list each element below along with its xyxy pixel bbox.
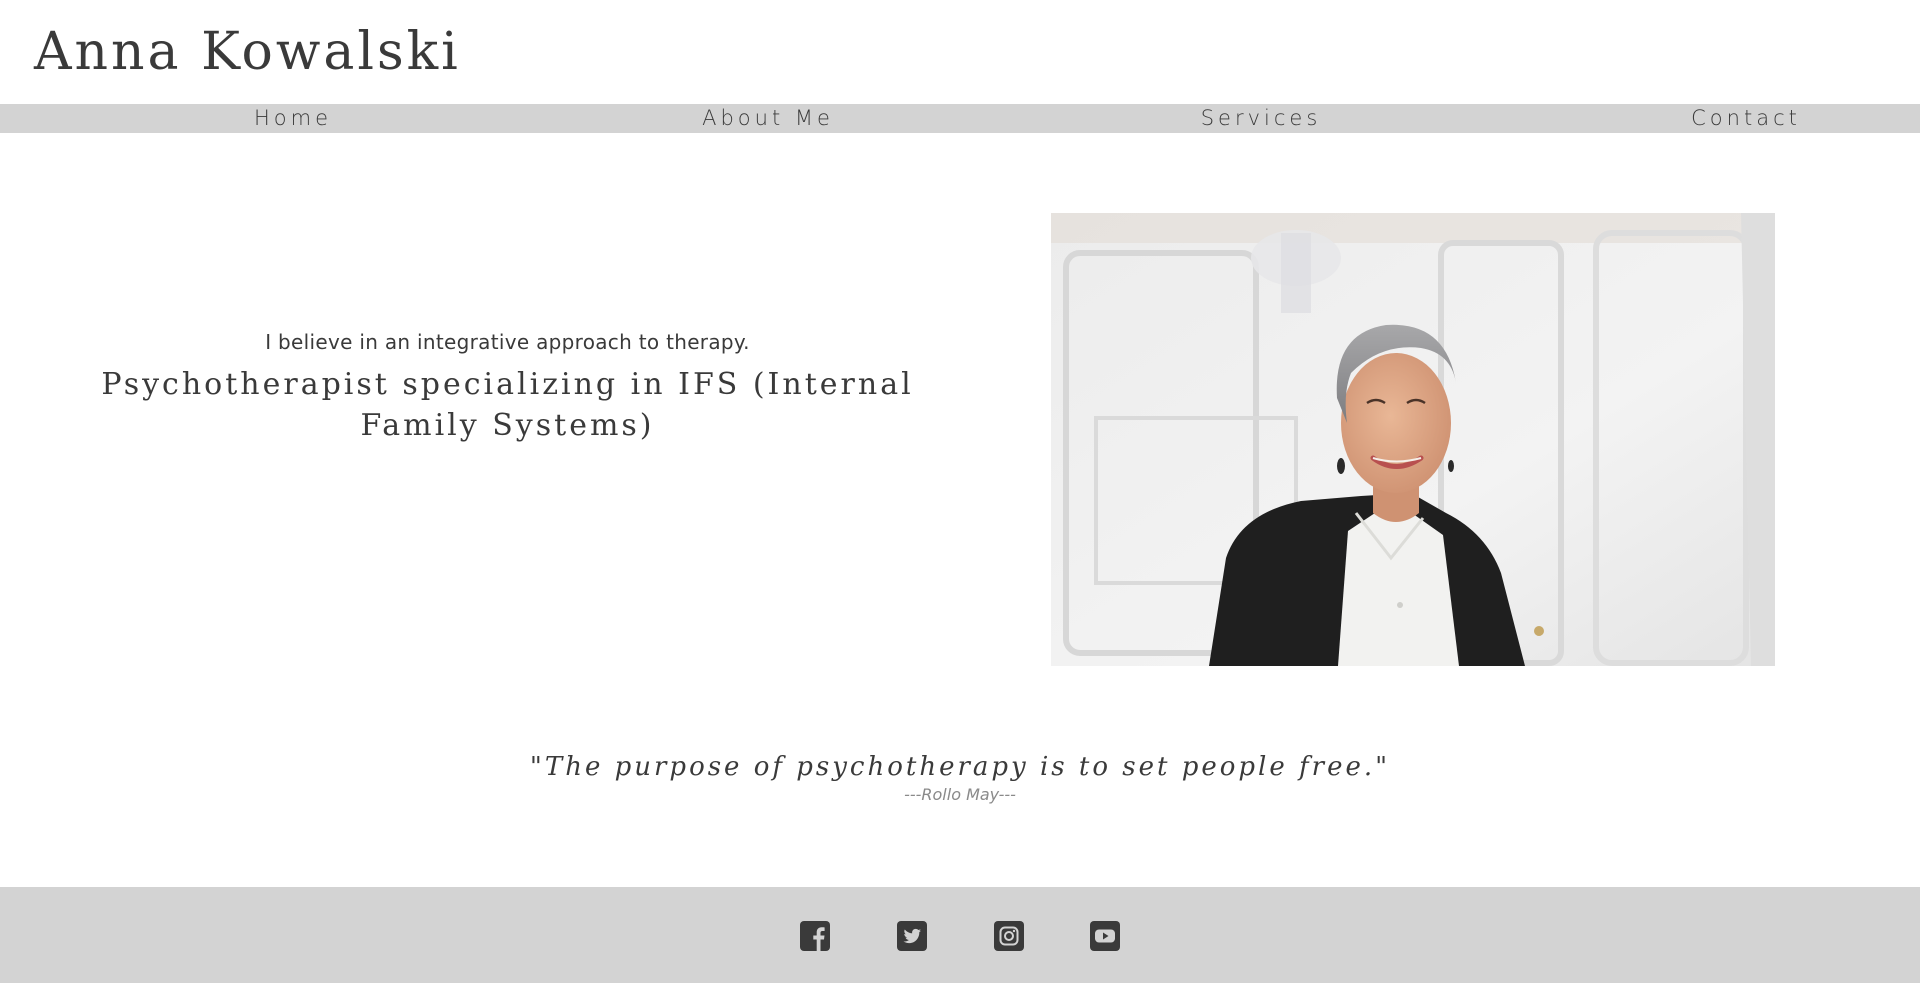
hero-text: I believe in an integrative approach to … [40, 330, 975, 446]
hero-tagline: I believe in an integrative approach to … [265, 330, 750, 354]
site-footer [0, 887, 1920, 983]
quote-author: ---Rollo May--- [904, 785, 1016, 804]
twitter-icon[interactable] [897, 921, 927, 951]
site-title[interactable]: Anna Kowalski [34, 22, 461, 82]
main-nav: Home About Me Services Contact [0, 104, 1920, 133]
facebook-icon[interactable] [800, 921, 830, 951]
nav-link-home[interactable]: Home [254, 104, 332, 133]
nav-link-contact[interactable]: Contact [1691, 104, 1801, 133]
nav-link-about-me[interactable]: About Me [702, 104, 834, 133]
quote-text: "The purpose of psychotherapy is to set … [529, 752, 1391, 782]
quote-block: "The purpose of psychotherapy is to set … [0, 752, 1920, 804]
youtube-icon[interactable] [1090, 921, 1120, 951]
portrait-photo-illustration [1051, 213, 1775, 666]
portrait-photo [1051, 213, 1775, 666]
site-header: Anna Kowalski [0, 0, 1920, 104]
instagram-icon[interactable] [994, 921, 1024, 951]
hero-heading: Psychotherapist specializing in IFS (Int… [101, 367, 914, 443]
nav-link-services[interactable]: Services [1201, 104, 1322, 133]
